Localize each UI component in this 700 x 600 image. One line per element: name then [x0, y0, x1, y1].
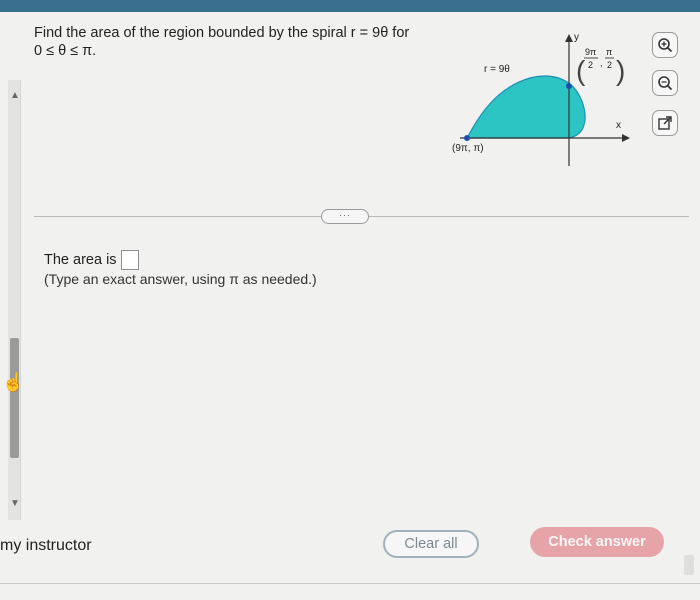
- clear-all-button[interactable]: Clear all: [383, 530, 479, 558]
- question-line-2: 0 ≤ θ ≤ π.: [34, 43, 97, 59]
- answer-prompt: The area is: [44, 252, 117, 268]
- answer-hint: (Type an exact answer, using π as needed…: [44, 271, 317, 287]
- top-bar: [0, 0, 700, 12]
- footer-divider: [0, 583, 700, 584]
- popout-icon: [658, 116, 672, 130]
- x-axis-arrow: [622, 134, 630, 142]
- y-axis-arrow: [565, 34, 573, 42]
- scroll-up-arrow-icon[interactable]: ▲: [10, 90, 20, 101]
- right-scrollbar[interactable]: [684, 555, 694, 575]
- check-answer-button[interactable]: Check answer: [530, 527, 664, 557]
- answer-line: The area is: [44, 250, 139, 270]
- point-top-label: ( 9π 2 , π 2 ): [576, 47, 625, 86]
- zoom-in-icon: [658, 38, 673, 53]
- point-left-label: (9π, π): [452, 143, 484, 154]
- point-top: [566, 83, 572, 89]
- scrollbar-thumb[interactable]: [10, 338, 19, 458]
- point-top-num2: π: [606, 47, 612, 57]
- popout-button[interactable]: [652, 110, 678, 136]
- zoom-out-button[interactable]: [652, 70, 678, 96]
- point-top-den2: 2: [607, 60, 612, 70]
- spiral-graph: r = 9θ y x (9π, π) ( 9π 2 , π 2 ): [452, 32, 630, 166]
- question-text: Find the area of the region bounded by t…: [34, 24, 424, 60]
- hand-cursor-icon: ☝: [2, 372, 25, 392]
- scroll-down-arrow-icon[interactable]: ▼: [10, 498, 20, 509]
- divider-handle[interactable]: ···: [321, 209, 369, 224]
- svg-text:(: (: [576, 55, 586, 86]
- curve-label: r = 9θ: [484, 64, 510, 75]
- question-line-1: Find the area of the region bounded by t…: [34, 25, 410, 41]
- point-top-num1: 9π: [585, 47, 596, 57]
- ask-instructor-link[interactable]: my instructor: [0, 537, 92, 555]
- point-top-den1: 2: [588, 60, 593, 70]
- point-left: [464, 135, 470, 141]
- answer-input[interactable]: [120, 250, 139, 270]
- zoom-out-icon: [658, 76, 673, 91]
- x-axis-label: x: [616, 120, 621, 131]
- svg-text:,: ,: [600, 58, 603, 68]
- zoom-in-button[interactable]: [652, 32, 678, 58]
- svg-text:): ): [616, 55, 625, 86]
- y-axis-label: y: [574, 32, 579, 43]
